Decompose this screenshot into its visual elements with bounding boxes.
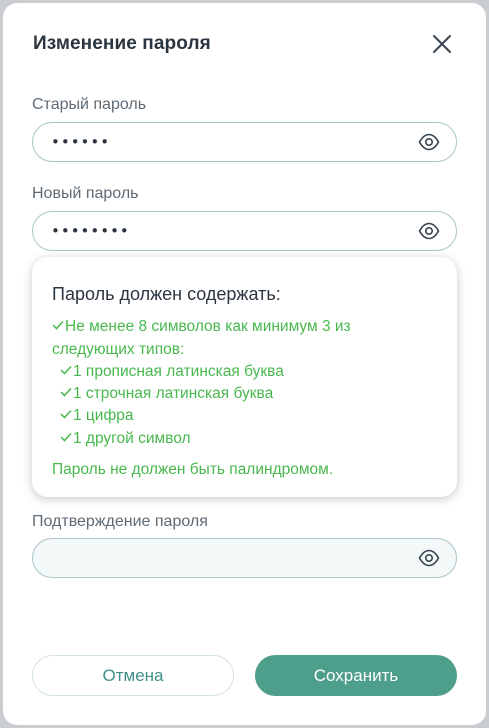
- requirement-item-text: 1 цифра: [73, 407, 134, 424]
- confirm-password-label: Подтверждение пароля: [32, 513, 208, 530]
- requirement-item-text: 1 строчная латинская буква: [73, 385, 274, 402]
- requirement-item-text: 1 другой символ: [73, 430, 191, 447]
- confirm-password-input[interactable]: [51, 547, 411, 569]
- new-password-input[interactable]: [51, 220, 411, 242]
- requirement-min-length: Не менее 8 символов как минимум 3 из: [52, 318, 351, 336]
- check-icon: [60, 432, 72, 442]
- check-icon: [60, 365, 72, 375]
- change-password-dialog: Изменение пароля Старый пароль Новый пар…: [3, 3, 486, 725]
- requirement-item-text: 1 прописная латинская буква: [73, 363, 284, 380]
- dialog-title: Изменение пароля: [33, 33, 211, 54]
- check-icon: [52, 320, 64, 330]
- eye-icon[interactable]: [418, 221, 440, 241]
- eye-icon[interactable]: [418, 548, 440, 568]
- check-icon: [60, 387, 72, 397]
- cancel-button[interactable]: Отмена: [32, 655, 234, 696]
- requirement-palindrome: Пароль не должен быть палиндромом.: [52, 461, 334, 478]
- requirement-item: 1 прописная латинская буква: [60, 363, 284, 381]
- save-button[interactable]: Сохранить: [255, 655, 457, 696]
- requirement-item: 1 другой символ: [60, 430, 191, 448]
- old-password-input[interactable]: [51, 131, 411, 153]
- requirement-min-length-text: Не менее 8 символов: [65, 318, 221, 335]
- requirement-item: 1 строчная латинская буква: [60, 385, 273, 403]
- confirm-password-field[interactable]: [32, 538, 457, 578]
- requirement-types-text: как минимум 3 из: [220, 318, 351, 335]
- requirement-item: 1 цифра: [60, 407, 133, 425]
- old-password-field[interactable]: [32, 122, 457, 162]
- old-password-label: Старый пароль: [32, 96, 147, 113]
- check-icon: [60, 409, 72, 419]
- close-icon[interactable]: [428, 30, 456, 58]
- requirement-types-continued: следующих типов:: [52, 341, 185, 358]
- new-password-label: Новый пароль: [32, 185, 139, 202]
- eye-icon[interactable]: [418, 132, 440, 152]
- password-requirements-popover: Пароль должен содержать: Не менее 8 симв…: [32, 257, 457, 497]
- new-password-field[interactable]: [32, 211, 457, 251]
- requirements-title: Пароль должен содержать:: [52, 284, 281, 304]
